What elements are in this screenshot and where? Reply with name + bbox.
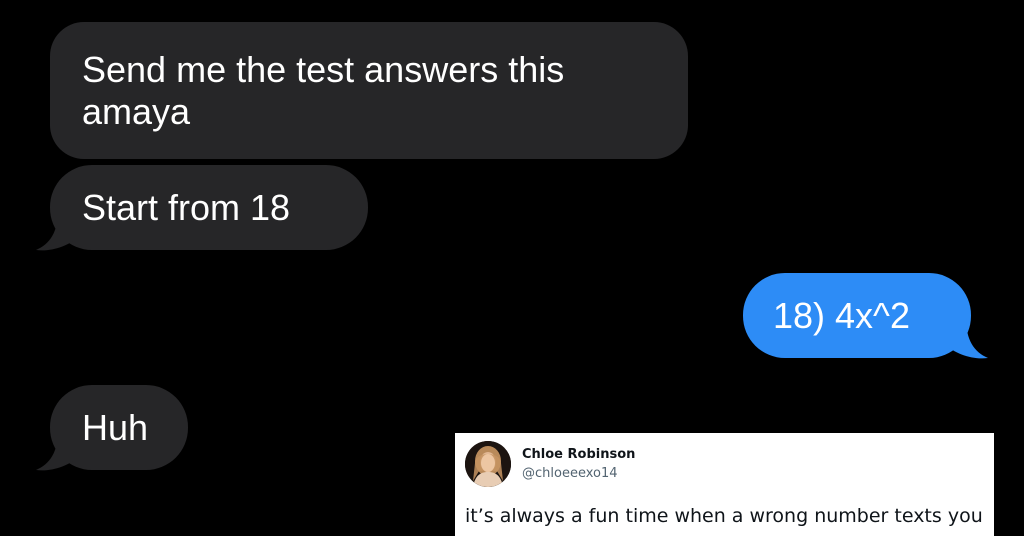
author-handle[interactable]: @chloeeexo14 [522,466,618,481]
author-name[interactable]: Chloe Robinson [522,447,635,462]
avatar[interactable] [465,441,511,487]
profile-photo-icon [465,441,511,487]
tweet-text: it’s always a fun time when a wrong numb… [465,505,983,527]
message-text-line: Send me the test answers this [82,48,565,90]
bubble-tail-icon [944,318,988,359]
incoming-message-bubble[interactable]: Send me the test answers this amaya [50,22,688,159]
bubble-tail-icon [36,430,80,471]
message-text-line: Huh [82,406,149,448]
bubble-tail-icon [36,210,80,251]
tweet-card[interactable]: Chloe Robinson @chloeeexo14 it’s always … [455,433,994,536]
message-text-line: amaya [82,90,191,132]
outgoing-message-bubble[interactable]: 18) 4x^2 [743,273,971,358]
incoming-message-bubble[interactable]: Start from 18 [50,165,368,250]
message-text-line: 18) 4x^2 [773,294,910,336]
message-text-line: Start from 18 [82,186,291,228]
